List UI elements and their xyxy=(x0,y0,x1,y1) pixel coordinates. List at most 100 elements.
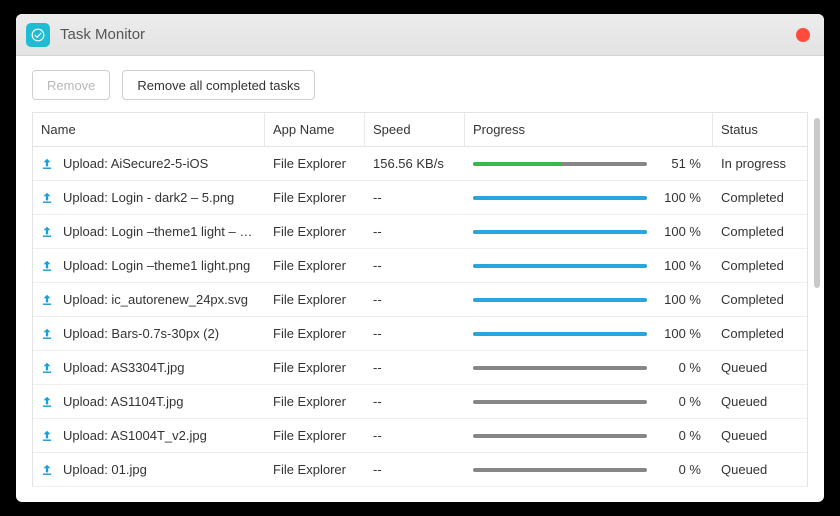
cell-speed: -- xyxy=(365,258,465,273)
cell-speed: -- xyxy=(365,292,465,307)
remove-all-button-label: Remove all completed tasks xyxy=(137,78,300,93)
progress-percent: 0 % xyxy=(657,462,701,477)
progress-fill xyxy=(473,332,647,336)
table-row[interactable]: Upload: Login - dark2 – 5.png File Explor… xyxy=(33,181,807,215)
task-name: Upload: ic_autorenew_24px.svg xyxy=(63,292,248,307)
remove-button[interactable]: Remove xyxy=(32,70,110,100)
close-button[interactable] xyxy=(796,28,810,42)
task-name: Upload: 01.jpg xyxy=(63,462,147,477)
cell-speed: -- xyxy=(365,190,465,205)
cell-app: File Explorer xyxy=(265,190,365,205)
upload-icon xyxy=(39,156,55,172)
progress-fill xyxy=(473,230,647,234)
cell-speed: -- xyxy=(365,360,465,375)
progress-percent: 100 % xyxy=(657,292,701,307)
cell-status: Queued xyxy=(713,462,805,477)
progress-percent: 100 % xyxy=(657,258,701,273)
cell-name: Upload: AiSecure2-5-iOS xyxy=(33,156,265,172)
task-name: Upload: AS1004T_v2.jpg xyxy=(63,428,207,443)
table-row[interactable]: Upload: ic_autorenew_24px.svg File Explor… xyxy=(33,283,807,317)
task-name: Upload: Login –theme1 light – 1.... xyxy=(63,224,257,239)
titlebar: Task Monitor xyxy=(16,14,824,56)
cell-app: File Explorer xyxy=(265,292,365,307)
table: Name App Name Speed Progress Status Uplo… xyxy=(32,112,808,487)
cell-name: Upload: AS1004T_v2.jpg xyxy=(33,428,265,444)
cell-progress: 51 % xyxy=(465,156,713,171)
progress-bar xyxy=(473,366,647,370)
progress-bar xyxy=(473,468,647,472)
table-row[interactable]: Upload: AS1104T.jpgFile Explorer--0 %Que… xyxy=(33,385,807,419)
col-speed[interactable]: Speed xyxy=(365,113,465,146)
toolbar: Remove Remove all completed tasks xyxy=(16,56,824,112)
cell-name: Upload: 01.jpg xyxy=(33,462,265,478)
cell-progress: 0 % xyxy=(465,462,713,477)
upload-icon xyxy=(39,428,55,444)
table-row[interactable]: Upload: Login –theme1 light – 1....File … xyxy=(33,215,807,249)
check-circle-icon xyxy=(31,28,45,42)
cell-app: File Explorer xyxy=(265,394,365,409)
progress-bar xyxy=(473,264,647,268)
cell-speed: -- xyxy=(365,428,465,443)
cell-progress: 100 % xyxy=(465,258,713,273)
cell-speed: 156.56 KB/s xyxy=(365,156,465,171)
task-name: Upload: Bars-0.7s-30px (2) xyxy=(63,326,219,341)
progress-bar xyxy=(473,162,647,166)
table-row[interactable]: Upload: AiSecure2-5-iOSFile Explorer156.… xyxy=(33,147,807,181)
cell-progress: 100 % xyxy=(465,326,713,341)
cell-status: Completed xyxy=(713,292,805,307)
table-row[interactable]: Upload: Login –theme1 light.pngFile Expl… xyxy=(33,249,807,283)
col-name[interactable]: Name xyxy=(33,113,265,146)
cell-progress: 0 % xyxy=(465,394,713,409)
progress-fill xyxy=(473,298,647,302)
cell-progress: 0 % xyxy=(465,428,713,443)
table-row[interactable]: Upload: 01.jpg File Explorer-- 0 % Queued xyxy=(33,453,807,487)
col-app[interactable]: App Name xyxy=(265,113,365,146)
cell-name: Upload: ic_autorenew_24px.svg xyxy=(33,292,265,308)
cell-status: Queued xyxy=(713,394,805,409)
task-name: Upload: AS1104T.jpg xyxy=(63,394,183,409)
cell-status: Completed xyxy=(713,190,805,205)
cell-progress: 100 % xyxy=(465,224,713,239)
upload-icon xyxy=(39,462,55,478)
progress-percent: 0 % xyxy=(657,428,701,443)
cell-name: Upload: AS3304T.jpg xyxy=(33,360,265,376)
cell-app: File Explorer xyxy=(265,428,365,443)
cell-status: In progress xyxy=(713,156,805,171)
table-header: Name App Name Speed Progress Status xyxy=(33,113,807,147)
upload-icon xyxy=(39,258,55,274)
upload-icon xyxy=(39,224,55,240)
scrollbar[interactable] xyxy=(814,118,820,288)
cell-app: File Explorer xyxy=(265,326,365,341)
progress-bar xyxy=(473,196,647,200)
cell-status: Completed xyxy=(713,258,805,273)
task-name: Upload: AiSecure2-5-iOS xyxy=(63,156,208,171)
progress-percent: 100 % xyxy=(657,190,701,205)
table-row[interactable]: Upload: AS1004T_v2.jpg File Explorer-- 0 %… xyxy=(33,419,807,453)
cell-progress: 0 % xyxy=(465,360,713,375)
progress-percent: 51 % xyxy=(657,156,701,171)
upload-icon xyxy=(39,292,55,308)
task-name: Upload: Login - dark2 – 5.png xyxy=(63,190,234,205)
progress-percent: 100 % xyxy=(657,326,701,341)
cell-app: File Explorer xyxy=(265,258,365,273)
task-monitor-window: Task Monitor Remove Remove all completed… xyxy=(16,14,824,502)
cell-app: File Explorer xyxy=(265,462,365,477)
progress-fill xyxy=(473,196,647,200)
col-status[interactable]: Status xyxy=(713,113,805,146)
cell-name: Upload: Login - dark2 – 5.png xyxy=(33,190,265,206)
remove-all-completed-button[interactable]: Remove all completed tasks xyxy=(122,70,315,100)
task-name: Upload: AS3304T.jpg xyxy=(63,360,184,375)
col-progress[interactable]: Progress xyxy=(465,113,713,146)
remove-button-label: Remove xyxy=(47,78,95,93)
progress-percent: 0 % xyxy=(657,360,701,375)
table-row[interactable]: Upload: Bars-0.7s-30px (2)File Explorer-… xyxy=(33,317,807,351)
table-row[interactable]: Upload: AS3304T.jpgFile Explorer--0 %Que… xyxy=(33,351,807,385)
upload-icon xyxy=(39,394,55,410)
progress-bar xyxy=(473,332,647,336)
app-icon xyxy=(26,23,50,47)
cell-speed: -- xyxy=(365,462,465,477)
progress-bar xyxy=(473,230,647,234)
progress-percent: 0 % xyxy=(657,394,701,409)
cell-name: Upload: Login –theme1 light – 1.... xyxy=(33,224,265,240)
cell-progress: 100 % xyxy=(465,190,713,205)
